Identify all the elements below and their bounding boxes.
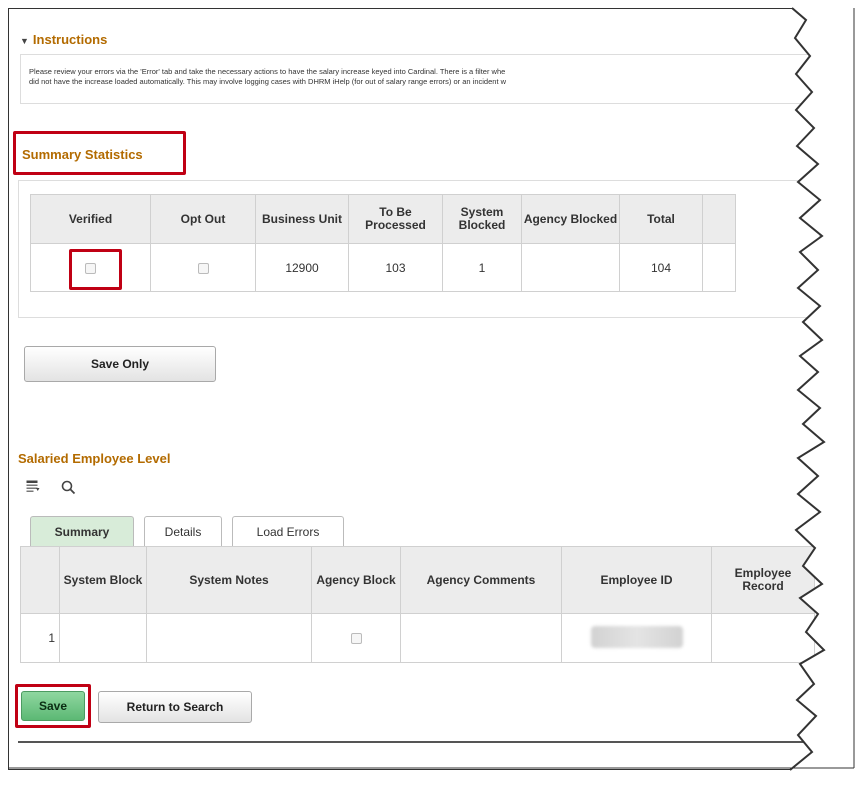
highlight-save-button (15, 684, 91, 728)
employee-id-cell (561, 613, 712, 663)
highlight-summary-title (13, 131, 186, 175)
col-system-block: System Block (59, 546, 147, 614)
table-row: 1 (20, 613, 815, 663)
system-notes-value (146, 613, 312, 663)
instructions-text-line-1: Please review your errors via the 'Error… (29, 67, 506, 76)
tab-details[interactable]: Details (144, 516, 222, 546)
instructions-text-line-2: did not have the increase loaded automat… (29, 77, 507, 86)
tab-load-errors[interactable]: Load Errors (232, 516, 344, 546)
col-agency-blocked: Agency Blocked (521, 194, 620, 244)
instructions-box: Please review your errors via the 'Error… (20, 54, 840, 104)
col-total: Total (619, 194, 703, 244)
col-verified: Verified (30, 194, 151, 244)
agency-block-checkbox[interactable] (350, 633, 362, 645)
torn-bottom-edge (18, 741, 830, 743)
agency-block-cell (311, 613, 401, 663)
employee-record-value (711, 613, 815, 663)
col-row-number (20, 546, 60, 614)
col-employee-id: Employee ID (561, 546, 712, 614)
col-system-blocked: System Blocked (442, 194, 522, 244)
table-header-row: Verified Opt Out Business Unit To Be Pro… (30, 194, 736, 244)
col-business-unit: Business Unit (255, 194, 349, 244)
to-be-processed-value: 103 (348, 243, 443, 292)
search-icon[interactable] (61, 480, 76, 499)
col-system-notes: System Notes (146, 546, 312, 614)
col-employee-record: Employee Record (711, 546, 815, 614)
col-to-be-processed: To Be Processed (348, 194, 443, 244)
employee-level-tabs: Summary Details Load Errors (30, 516, 354, 546)
agency-comments-value (400, 613, 562, 663)
instructions-title: Instructions (32, 32, 108, 47)
caret-down-icon: ▼ (20, 36, 29, 46)
col-agency-comments: Agency Comments (400, 546, 562, 614)
row-number: 1 (20, 613, 60, 663)
col-overflow (702, 194, 736, 244)
table-row: 12900 103 1 104 (30, 243, 736, 292)
business-unit-value: 12900 (255, 243, 349, 292)
grid-personalize-icon[interactable] (26, 480, 40, 497)
return-to-search-button[interactable]: Return to Search (98, 691, 252, 723)
agency-blocked-value (521, 243, 620, 292)
system-blocked-value: 1 (442, 243, 522, 292)
highlight-verified-checkbox (69, 249, 122, 290)
redacted-employee-id (590, 625, 683, 648)
table-header-row: System Block System Notes Agency Block A… (20, 546, 815, 614)
col-agency-block: Agency Block (311, 546, 401, 614)
summary-statistics-table: Verified Opt Out Business Unit To Be Pro… (30, 194, 736, 292)
tab-summary[interactable]: Summary (30, 516, 134, 546)
opt-out-checkbox[interactable] (197, 262, 209, 274)
col-opt-out: Opt Out (150, 194, 256, 244)
salaried-employee-level-title: Salaried Employee Level (18, 451, 171, 466)
system-block-value (59, 613, 147, 663)
save-only-button[interactable]: Save Only (24, 346, 216, 382)
employee-level-table: System Block System Notes Agency Block A… (20, 546, 815, 663)
instructions-toggle[interactable]: ▼ Instructions (20, 32, 107, 47)
opt-out-cell (150, 243, 256, 292)
total-value: 104 (619, 243, 703, 292)
overflow-cell (702, 243, 736, 292)
